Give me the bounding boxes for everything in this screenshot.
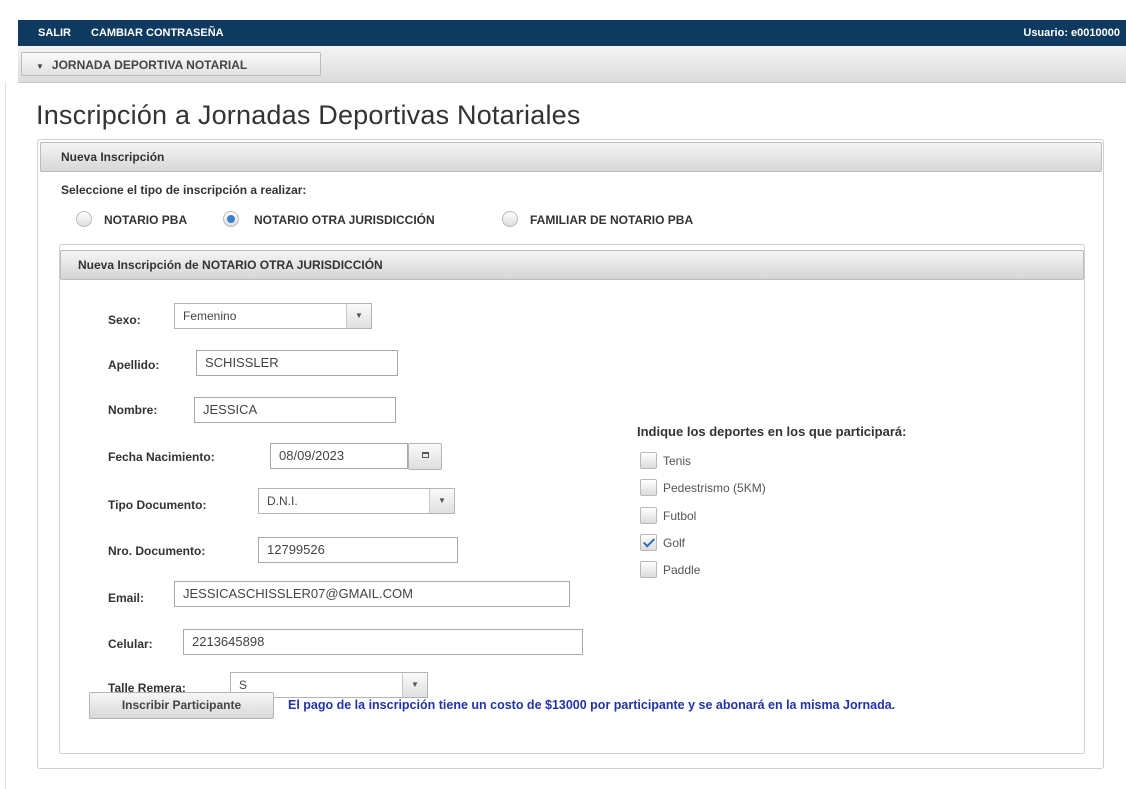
menu-bar: ▼ JORNADA DEPORTIVA NOTARIAL	[18, 46, 1126, 83]
sports-title: Indique los deportes en los que particip…	[637, 424, 907, 439]
checkbox-tenis-label[interactable]: Tenis	[663, 454, 691, 468]
top-bar: SALIR CAMBIAR CONTRASEÑA Usuario: e00100…	[18, 20, 1126, 46]
fecha-nacimiento-label: Fecha Nacimiento:	[108, 450, 215, 464]
celular-input[interactable]: 2213645898	[183, 629, 583, 655]
caret-down-icon: ▼	[36, 62, 44, 71]
inscribir-participante-button[interactable]: Inscribir Participante	[89, 692, 274, 719]
checkbox-pedestrismo[interactable]	[640, 479, 657, 496]
nro-documento-label: Nro. Documento:	[108, 544, 206, 558]
chevron-down-icon: ▼	[402, 673, 427, 697]
payment-notice: El pago de la inscripción tiene un costo…	[288, 698, 896, 712]
checkbox-golf-label[interactable]: Golf	[663, 536, 685, 550]
radio-familiar-notario-pba-label[interactable]: FAMILIAR DE NOTARIO PBA	[530, 213, 693, 227]
left-divider	[5, 82, 6, 789]
tipo-documento-value: D.N.I.	[267, 494, 298, 508]
apellido-label: Apellido:	[108, 358, 160, 372]
checkbox-golf[interactable]	[640, 534, 657, 551]
user-label: Usuario: e0010000	[1023, 27, 1120, 39]
apellido-input[interactable]: SCHISSLER	[196, 350, 398, 376]
menu-jornada-button[interactable]: ▼ JORNADA DEPORTIVA NOTARIAL	[21, 52, 321, 76]
radio-notario-pba[interactable]	[76, 211, 92, 227]
logout-link[interactable]: SALIR	[38, 27, 71, 39]
chevron-down-icon: ▼	[429, 489, 454, 513]
calendar-icon	[421, 452, 429, 458]
radio-notario-otra-jurisdiccion-label[interactable]: NOTARIO OTRA JURISDICCIÓN	[254, 213, 435, 227]
radio-familiar-notario-pba[interactable]	[502, 211, 518, 227]
fecha-nacimiento-input[interactable]: 08/09/2023	[270, 443, 408, 469]
tipo-documento-label: Tipo Documento:	[108, 498, 207, 512]
celular-label: Celular:	[108, 637, 153, 651]
chevron-down-icon: ▼	[346, 304, 371, 328]
radio-notario-otra-jurisdiccion[interactable]	[223, 211, 239, 227]
menu-jornada-label: JORNADA DEPORTIVA NOTARIAL	[51, 58, 248, 72]
checkbox-futbol-label[interactable]: Futbol	[663, 509, 696, 523]
email-label: Email:	[108, 591, 145, 605]
registration-type-label: Seleccione el tipo de inscripción a real…	[61, 183, 307, 197]
checkbox-pedestrismo-label[interactable]: Pedestrismo (5KM)	[663, 481, 766, 495]
sexo-value: Femenino	[183, 309, 237, 323]
registration-panel-header: Nueva Inscripción	[40, 142, 1102, 172]
radio-notario-pba-label[interactable]: NOTARIO PBA	[104, 213, 187, 227]
nombre-label: Nombre:	[108, 403, 158, 417]
form-panel-header: Nueva Inscripción de NOTARIO OTRA JURISD…	[60, 250, 1084, 280]
talle-remera-value: S	[239, 678, 248, 692]
calendar-button[interactable]	[408, 443, 442, 470]
checkbox-paddle-label[interactable]: Paddle	[663, 563, 700, 577]
checkbox-futbol[interactable]	[640, 507, 657, 524]
page-title: Inscripción a Jornadas Deportivas Notari…	[36, 100, 581, 130]
change-password-link[interactable]: CAMBIAR CONTRASEÑA	[91, 27, 224, 39]
checkbox-paddle[interactable]	[640, 561, 657, 578]
sexo-select[interactable]: Femenino ▼	[174, 303, 372, 329]
tipo-documento-select[interactable]: D.N.I. ▼	[258, 488, 455, 514]
nro-documento-input[interactable]: 12799526	[258, 537, 458, 563]
nombre-input[interactable]: JESSICA	[194, 397, 396, 423]
email-input[interactable]: JESSICASCHISSLER07@GMAIL.COM	[174, 581, 570, 607]
sexo-label: Sexo:	[108, 313, 141, 327]
checkbox-tenis[interactable]	[640, 452, 657, 469]
